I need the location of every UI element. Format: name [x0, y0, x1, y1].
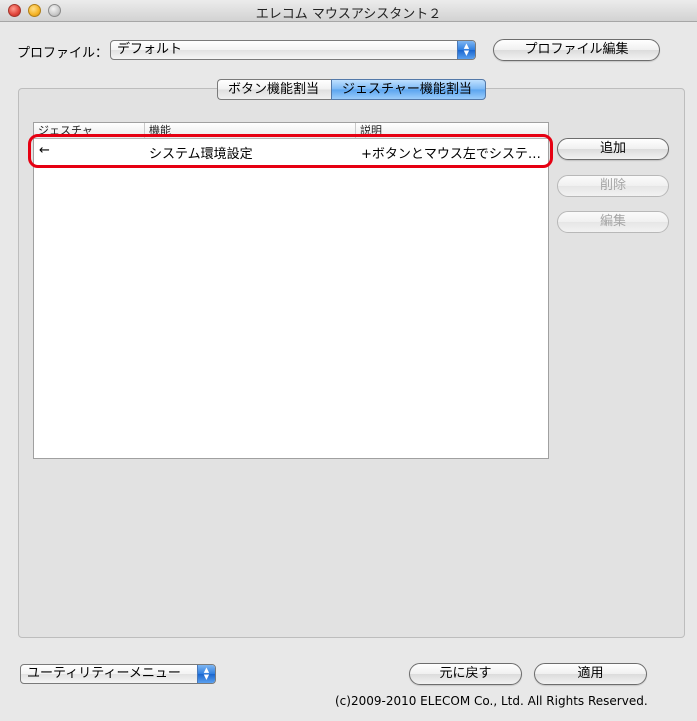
profile-label: プロファイル：: [17, 46, 109, 61]
utility-menu-select[interactable]: ユーティリティーメニュー ▲ ▼: [20, 664, 216, 684]
table-header: ジェスチャ 機能 説明: [34, 123, 548, 139]
cell-gesture: ←: [39, 143, 50, 158]
cell-description: +ボタンとマウス左でシステ…: [361, 147, 541, 162]
apply-button[interactable]: 適用: [534, 663, 647, 685]
popup-arrows-icon: ▲ ▼: [197, 665, 215, 683]
window-title: エレコム マウスアシスタント２: [255, 7, 442, 22]
column-header-function[interactable]: 機能: [145, 123, 356, 138]
delete-button[interactable]: 削除: [557, 175, 669, 197]
tab-button-assignment[interactable]: ボタン機能割当: [217, 79, 331, 100]
cell-function: システム環境設定: [149, 147, 253, 162]
table-row[interactable]: ← システム環境設定 +ボタンとマウス左でシステ…: [34, 140, 548, 162]
edit-button[interactable]: 編集: [557, 211, 669, 233]
revert-button[interactable]: 元に戻す: [409, 663, 522, 685]
tab-gesture-assignment[interactable]: ジェスチャー機能割当: [331, 79, 486, 100]
popup-arrows-icon: ▲ ▼: [457, 41, 475, 59]
profile-edit-button[interactable]: プロファイル編集: [493, 39, 660, 61]
add-button[interactable]: 追加: [557, 138, 669, 160]
gesture-table[interactable]: ジェスチャ 機能 説明 ← システム環境設定 +ボタンとマウス左でシステ…: [33, 122, 549, 459]
tab-bar: ボタン機能割当 ジェスチャー機能割当: [217, 79, 486, 100]
column-header-gesture[interactable]: ジェスチャ: [34, 123, 145, 138]
profile-select-value: デフォルト: [117, 42, 183, 57]
title-bar[interactable]: エレコム マウスアシスタント２: [0, 0, 697, 22]
column-header-description[interactable]: 説明: [356, 123, 548, 138]
main-window: エレコム マウスアシスタント２ プロファイル： デフォルト ▲ ▼ プロファイル編…: [0, 0, 697, 721]
copyright-text: (c)2009-2010 ELECOM Co., Ltd. All Rights…: [335, 694, 648, 708]
profile-select[interactable]: デフォルト ▲ ▼: [110, 40, 476, 60]
utility-menu-label: ユーティリティーメニュー: [27, 666, 181, 681]
